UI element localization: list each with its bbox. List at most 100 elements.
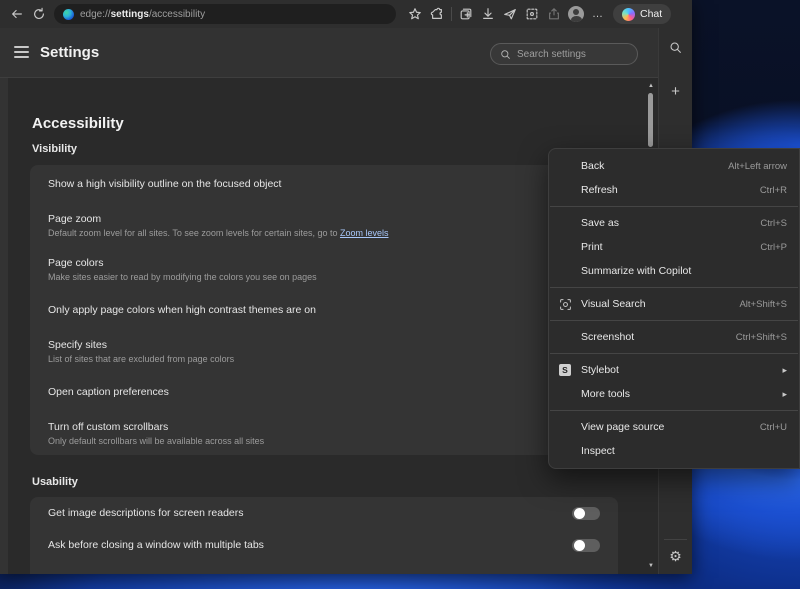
more-options-button[interactable]: … — [587, 3, 609, 25]
share-icon — [549, 8, 559, 20]
toggle-knob — [573, 507, 585, 519]
menu-item-visual-search[interactable]: Visual Search Alt+Shift+S — [549, 292, 799, 316]
settings-search-input[interactable] — [517, 48, 628, 60]
menu-item-label: Refresh — [581, 184, 618, 196]
menu-item-shortcut: Ctrl+U — [759, 421, 787, 433]
row-label: Specify sites — [48, 338, 107, 351]
collections-button[interactable] — [455, 3, 477, 25]
row-label: Open caption preferences — [48, 386, 169, 398]
menu-item-shortcut: Ctrl+P — [760, 241, 787, 253]
back-button[interactable] — [6, 3, 28, 25]
profile-button[interactable] — [565, 3, 587, 25]
back-icon — [12, 9, 22, 19]
paper-plane-icon — [504, 9, 516, 20]
menu-item-label: Stylebot — [581, 364, 619, 376]
row-description: List of sites that are excluded from pag… — [48, 353, 235, 364]
extensions-button[interactable] — [426, 3, 448, 25]
settings-row[interactable]: Specify sites List of sites that are exc… — [30, 329, 618, 373]
chat-button-label: Chat — [640, 8, 663, 20]
scrollbar-down-arrow[interactable]: ▼ — [644, 562, 658, 570]
sidebar-search-button[interactable] — [659, 34, 692, 60]
image-descriptions-toggle[interactable] — [572, 506, 600, 520]
settings-row[interactable]: Show a high visibility outline on the fo… — [30, 165, 618, 203]
menu-item-view-page-source[interactable]: View page source Ctrl+U — [549, 415, 799, 439]
submenu-arrow-icon: ▸ — [782, 388, 787, 399]
settings-search-box[interactable] — [490, 43, 638, 65]
row-label: Page colors — [48, 256, 104, 269]
settings-row[interactable]: Page colors Make sites easier to read by… — [30, 247, 618, 291]
scrollbar-up-arrow[interactable]: ▲ — [644, 82, 658, 90]
menu-item-label: Print — [581, 241, 603, 253]
settings-row[interactable]: Get image descriptions for screen reader… — [30, 497, 618, 529]
sidebar-separator — [664, 539, 687, 540]
stylebot-icon: S — [559, 364, 571, 376]
gear-icon: ⚙ — [669, 548, 682, 564]
menu-separator — [550, 287, 798, 288]
usability-card: Get image descriptions for screen reader… — [30, 497, 618, 574]
menu-item-summarize-with-copilot[interactable]: Summarize with Copilot — [549, 259, 799, 283]
usability-heading: Usability — [32, 476, 78, 488]
profile-avatar-icon — [568, 6, 584, 22]
nav-drawer-edge — [0, 78, 8, 574]
menu-separator — [550, 320, 798, 321]
menu-separator — [550, 410, 798, 411]
row-label: Only apply page colors when high contras… — [48, 304, 316, 316]
settings-row[interactable]: Only apply page colors when high contras… — [30, 291, 618, 329]
menu-item-inspect[interactable]: Inspect — [549, 439, 799, 463]
sidebar-add-button[interactable]: + — [659, 78, 692, 104]
menu-item-stylebot[interactable]: S Stylebot ▸ — [549, 358, 799, 382]
settings-title: Settings — [40, 44, 100, 61]
menu-item-label: Visual Search — [581, 298, 646, 310]
zoom-levels-link[interactable]: Zoom levels — [340, 228, 389, 238]
address-bar[interactable]: edge://settings/accessibility — [54, 4, 396, 24]
settings-row[interactable]: Turn off custom scrollbars Only default … — [30, 411, 618, 455]
menu-item-label: More tools — [581, 388, 631, 400]
favorites-button[interactable] — [404, 3, 426, 25]
page-title: Accessibility — [32, 115, 124, 132]
visual-search-icon — [559, 298, 581, 311]
send-to-devices-button[interactable] — [499, 3, 521, 25]
refresh-icon — [34, 7, 44, 19]
menu-item-shortcut: Ctrl+S — [760, 217, 787, 229]
menu-item-more-tools[interactable]: More tools ▸ — [549, 382, 799, 406]
menu-item-label: View page source — [581, 421, 665, 433]
row-label: Ask before closing a window with multipl… — [48, 539, 264, 551]
copilot-chat-button[interactable]: Chat — [613, 4, 672, 24]
extensions-puzzle-icon — [430, 7, 442, 19]
context-menu: Back Alt+Left arrow Refresh Ctrl+R Save … — [548, 148, 800, 469]
menu-item-label: Save as — [581, 217, 619, 229]
url-text: edge://settings/accessibility — [80, 9, 205, 20]
menu-item-back[interactable]: Back Alt+Left arrow — [549, 154, 799, 178]
menu-item-shortcut: Ctrl+R — [759, 184, 787, 196]
web-capture-button[interactable] — [521, 3, 543, 25]
menu-item-save-as[interactable]: Save as Ctrl+S — [549, 211, 799, 235]
settings-row[interactable]: Open caption preferences — [30, 373, 618, 411]
downloads-button[interactable] — [477, 3, 499, 25]
url-prefix: edge:// — [80, 8, 111, 20]
copilot-icon — [622, 7, 635, 21]
share-button[interactable] — [543, 3, 565, 25]
menu-item-print[interactable]: Print Ctrl+P — [549, 235, 799, 259]
visibility-card: Show a high visibility outline on the fo… — [30, 165, 618, 455]
menu-item-refresh[interactable]: Refresh Ctrl+R — [549, 178, 799, 202]
ask-before-closing-toggle[interactable] — [572, 538, 600, 552]
row-label: Show a high visibility outline on the fo… — [48, 178, 282, 190]
menu-item-screenshot[interactable]: Screenshot Ctrl+Shift+S — [549, 325, 799, 349]
settings-header: Settings — [0, 28, 658, 78]
search-icon — [670, 42, 681, 53]
row-label: Get image descriptions for screen reader… — [48, 507, 244, 519]
menu-separator — [550, 353, 798, 354]
settings-menu-button[interactable] — [14, 46, 29, 59]
settings-row[interactable]: Ask before closing a window with multipl… — [30, 529, 618, 561]
edge-logo-icon — [63, 8, 74, 20]
scrollbar-thumb[interactable] — [648, 93, 653, 147]
settings-row[interactable]: Page zoom Default zoom level for all sit… — [30, 203, 618, 247]
sidebar-settings-button[interactable]: ⚙ — [659, 543, 692, 569]
menu-item-label: Screenshot — [581, 331, 635, 343]
web-capture-icon — [526, 8, 538, 20]
refresh-button[interactable] — [28, 3, 50, 25]
menu-item-shortcut: Alt+Shift+S — [739, 298, 787, 310]
toggle-knob — [573, 539, 585, 551]
menu-item-shortcut: Ctrl+Shift+S — [735, 331, 787, 343]
ellipsis-icon: … — [592, 8, 604, 20]
